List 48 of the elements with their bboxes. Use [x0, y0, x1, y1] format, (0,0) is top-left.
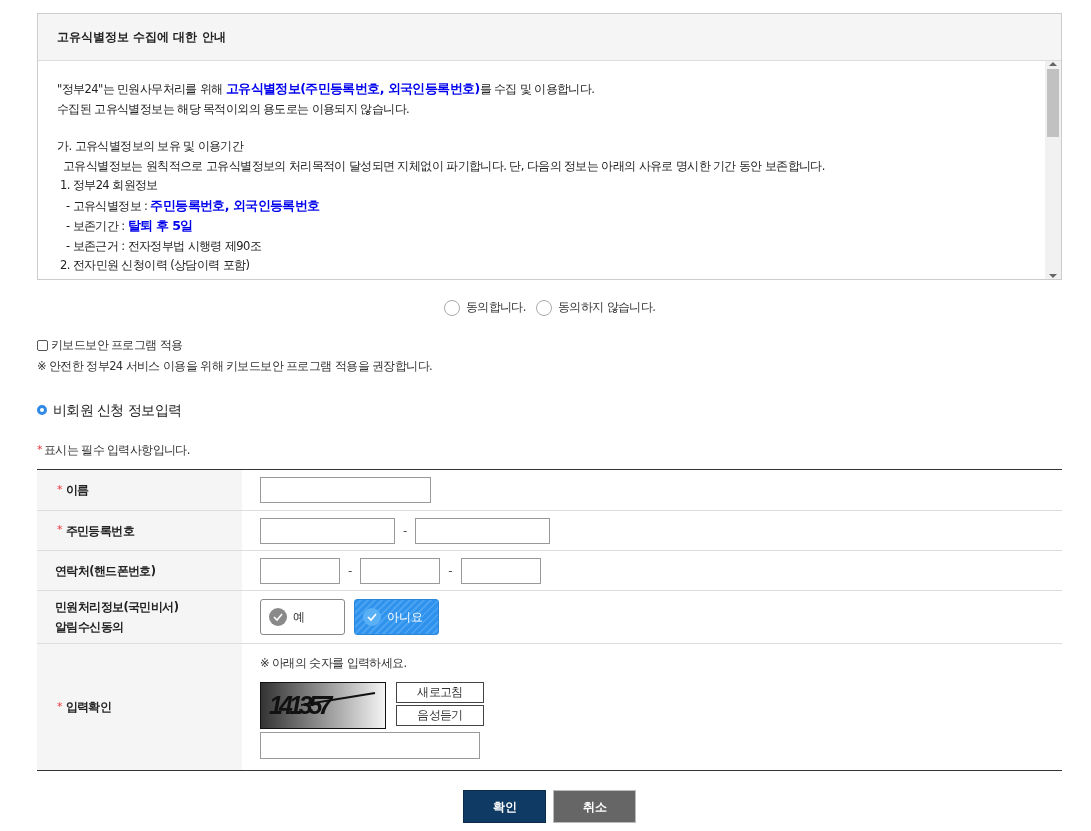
section-bullet-icon [37, 405, 47, 416]
required-mark: * [57, 481, 63, 498]
input-field[interactable] [260, 557, 340, 584]
input-field[interactable] [360, 557, 441, 584]
confirm-button[interactable]: 확인 [463, 790, 546, 823]
notice-text: 1. 정부24 회원정보 [60, 177, 158, 194]
check-icon [269, 608, 287, 626]
input-field[interactable] [260, 477, 431, 503]
separator: - [447, 562, 454, 580]
check-icon [363, 608, 381, 626]
input-field[interactable] [415, 517, 551, 544]
scrollbar-thumb[interactable] [1047, 69, 1059, 137]
choice-button[interactable]: 예 [260, 599, 345, 635]
captcha-button[interactable]: 음성듣기 [396, 705, 484, 727]
field-label: 입력확인 [65, 699, 112, 716]
scroll-down-icon [1049, 273, 1057, 279]
field-label: 주민등록번호 [65, 522, 134, 540]
input-field[interactable] [260, 732, 480, 760]
required-mark: * [57, 698, 63, 715]
required-mark: * [57, 522, 63, 539]
input-field[interactable] [260, 517, 395, 544]
captcha-code: 141357 [269, 689, 329, 721]
captcha-hint: ※ 아래의 숫자를 입력하세요. [260, 654, 407, 672]
consent-radio[interactable]: 동의하지 않습니다. [535, 299, 656, 317]
notice-text: 고유식별정보는 원칙적으로 고유식별정보의 처리목적이 달성되면 지체없이 파기합니다. 단, 다음의 정보는 아래의 사유로 명시한 기간 동안 보존합니다. [62, 157, 825, 175]
section-title: 비회원 신청 정보입력 [53, 400, 182, 420]
notice-text: 가. 고유식별정보의 보유 및 이용기간 [57, 138, 244, 155]
field-label: 민원처리정보(국민비서) 알림수신동의 [55, 599, 179, 636]
notice-text: 2. 전자민원 신청이력 (상담이력 포함) [60, 257, 250, 274]
separator: - [402, 522, 409, 540]
field-label: 연락처(핸드폰번호) [55, 562, 156, 580]
required-note: 표시는 필수 입력사항입니다. [43, 441, 190, 459]
consent-radio[interactable]: 동의합니다. [443, 299, 526, 317]
security-note: ※ 안전한 정부24 서비스 이용을 위해 키보드보안 프로그램 적용을 권장합니다. [37, 357, 433, 375]
scrollbar[interactable] [1045, 61, 1061, 279]
input-field[interactable] [460, 557, 541, 584]
keyboard-security-checkbox[interactable]: 키보드보안 프로그램 적용 [37, 337, 183, 355]
required-mark: * [37, 442, 42, 459]
notice-text: 수집된 고유식별정보는 해당 목적이외의 용도로는 이용되지 않습니다. [57, 100, 409, 118]
cancel-button[interactable]: 취소 [553, 790, 636, 823]
field-label: 이름 [65, 482, 89, 499]
notice-text: - 보존기간 : 탈퇴 후 5일 [66, 217, 193, 235]
notice-title: 고유식별정보 수집에 대한 안내 [57, 29, 226, 46]
notice-text: - 고유식별정보 : 주민등록번호, 외국인등록번호 [66, 196, 320, 215]
notice-text: "정부24"는 민원사무처리를 위해 고유식별정보(주민등록번호, 외국인등록번호)를 수집 및 이용합니다. [57, 80, 595, 98]
captcha-button[interactable]: 새로고침 [396, 682, 484, 704]
separator: - [347, 562, 354, 580]
notice-text: - 보존근거 : 전자정부법 시행령 제90조 [66, 237, 262, 255]
